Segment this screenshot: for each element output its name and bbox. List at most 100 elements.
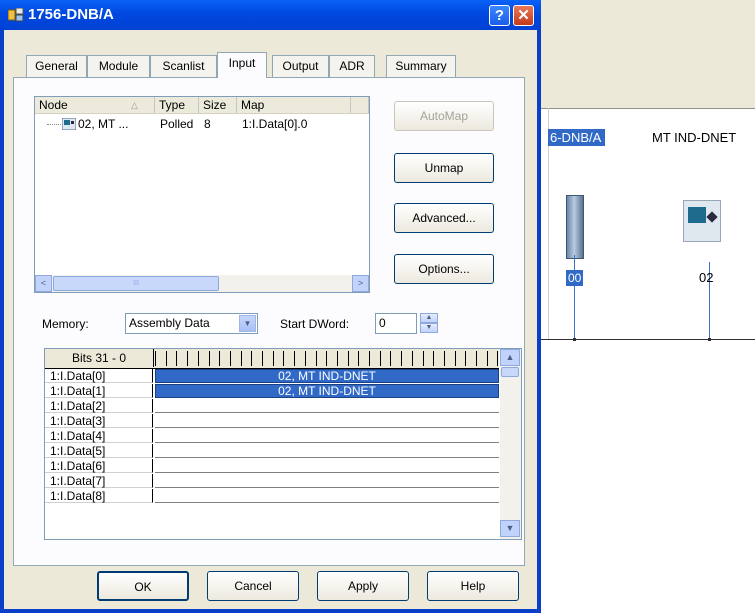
bit-column-tick xyxy=(326,351,328,366)
map-cell: 1:I.Data[0].0 xyxy=(242,117,308,131)
help-button[interactable]: Help xyxy=(427,571,519,601)
title-bar[interactable]: 1756-DNB/A ? ✕ xyxy=(0,0,541,30)
scroll-down-icon[interactable]: ▼ xyxy=(500,520,520,537)
empty-map-cell[interactable] xyxy=(155,474,499,488)
bit-column-tick xyxy=(433,351,435,366)
column-header-filler xyxy=(351,97,369,114)
chevron-down-icon[interactable]: ▼ xyxy=(239,315,256,332)
tab-scanlist[interactable]: Scanlist xyxy=(150,55,217,77)
table-row[interactable]: 1:I.Data[7] xyxy=(45,474,499,488)
register-label: 1:I.Data[2] xyxy=(45,399,153,413)
column-header-type[interactable]: Type xyxy=(155,97,199,114)
advanced-button[interactable]: Advanced... xyxy=(394,203,494,233)
bit-column-tick xyxy=(304,351,306,366)
bit-column-tick xyxy=(315,351,317,366)
spin-up-icon[interactable]: ▲ xyxy=(420,313,438,323)
dialog-title: 1756-DNB/A xyxy=(28,6,114,23)
tab-input[interactable]: Input xyxy=(217,52,267,78)
bit-columns-header xyxy=(155,349,499,367)
column-header-node[interactable]: Node △ xyxy=(35,97,155,114)
bit-column-tick xyxy=(347,351,349,366)
table-row[interactable]: 1:I.Data[1] 02, MT IND-DNET xyxy=(45,384,499,398)
bit-column-tick xyxy=(197,351,199,366)
tab-summary[interactable]: Summary xyxy=(386,55,456,77)
list-item[interactable]: 02, MT ... Polled 8 1:I.Data[0].0 xyxy=(47,117,367,132)
bit-grid-header: Bits 31 - 0 xyxy=(45,349,499,369)
bit-column-tick xyxy=(465,351,467,366)
module-app-icon xyxy=(8,8,24,22)
bit-column-tick xyxy=(336,351,338,366)
tab-general[interactable]: General xyxy=(26,55,87,77)
register-label: 1:I.Data[4] xyxy=(45,429,153,443)
memory-dropdown[interactable]: Assembly Data ▼ xyxy=(125,313,258,334)
bus-node-dot xyxy=(708,338,711,341)
bit-column-tick xyxy=(219,351,221,366)
device-label[interactable]: MT IND-DNET xyxy=(652,129,736,146)
start-dword-input[interactable]: 0 xyxy=(375,313,417,334)
scroll-right-icon[interactable]: > xyxy=(352,275,369,292)
bit-column-tick xyxy=(262,351,263,366)
empty-map-cell[interactable] xyxy=(155,459,499,473)
register-label: 1:I.Data[0] xyxy=(45,369,153,383)
scroll-up-icon[interactable]: ▲ xyxy=(500,349,520,366)
help-title-button[interactable]: ? xyxy=(489,5,510,26)
table-row[interactable]: 1:I.Data[4] xyxy=(45,429,499,443)
tab-module[interactable]: Module xyxy=(87,55,150,77)
bit-column-tick xyxy=(240,351,242,366)
table-row[interactable]: 1:I.Data[3] xyxy=(45,414,499,428)
bit-column-tick xyxy=(251,351,253,366)
ok-button[interactable]: OK xyxy=(97,571,189,601)
scanner-module-icon[interactable] xyxy=(566,195,584,259)
table-row[interactable]: 1:I.Data[5] xyxy=(45,444,499,458)
bit-column-tick xyxy=(411,351,413,366)
table-row[interactable]: 1:I.Data[0] 02, MT IND-DNET xyxy=(45,369,499,383)
empty-map-cell[interactable] xyxy=(155,399,499,413)
tab-adr[interactable]: ADR xyxy=(329,55,375,77)
mapped-cell[interactable]: 02, MT IND-DNET xyxy=(155,369,499,383)
column-header-map[interactable]: Map xyxy=(237,97,351,114)
bit-map-grid[interactable]: Bits 31 - 0 1:I.Data[0] 02, MT IND-DNET … xyxy=(44,348,522,540)
bus-node-dot xyxy=(573,338,576,341)
unmap-button[interactable]: Unmap xyxy=(394,153,494,183)
start-dword-stepper[interactable]: ▲ ▼ xyxy=(420,313,438,334)
horizontal-scrollbar[interactable]: < III > xyxy=(35,275,369,292)
empty-map-cell[interactable] xyxy=(155,429,499,443)
selected-module-label[interactable]: 6-DNB/A xyxy=(548,129,606,146)
empty-map-cell[interactable] xyxy=(155,489,499,503)
node-list-view[interactable]: Node △ Type Size Map 02, MT ... Polled 8… xyxy=(34,96,370,293)
automap-button[interactable]: AutoMap xyxy=(394,101,494,131)
table-row[interactable]: 1:I.Data[6] xyxy=(45,459,499,473)
empty-map-cell[interactable] xyxy=(155,444,499,458)
scrollbar-thumb[interactable] xyxy=(501,367,519,377)
table-row[interactable]: 1:I.Data[2] xyxy=(45,399,499,413)
register-label: 1:I.Data[1] xyxy=(45,384,153,398)
bit-column-tick xyxy=(476,351,477,366)
tab-output[interactable]: Output xyxy=(272,55,329,77)
empty-map-cell[interactable] xyxy=(155,414,499,428)
scale-terminal-icon[interactable] xyxy=(683,200,721,242)
options-button[interactable]: Options... xyxy=(394,254,494,284)
bit-column-tick xyxy=(155,351,156,366)
bit-column-tick xyxy=(283,351,285,366)
scroll-left-icon[interactable]: < xyxy=(35,275,52,292)
register-label: 1:I.Data[3] xyxy=(45,414,153,428)
bit-column-tick xyxy=(358,351,360,366)
bit-column-tick xyxy=(176,351,178,366)
scrollbar-thumb[interactable]: III xyxy=(53,276,219,291)
node-address-00[interactable]: 00 xyxy=(566,270,584,286)
apply-button[interactable]: Apply xyxy=(317,571,409,601)
spin-down-icon[interactable]: ▼ xyxy=(420,323,438,333)
node-address-02[interactable]: 02 xyxy=(699,270,713,285)
dialog-client-area: General Module Scanlist Input Output ADR… xyxy=(4,30,537,609)
bit-column-tick xyxy=(208,351,210,366)
memory-label: Memory: xyxy=(42,317,89,331)
start-dword-label: Start DWord: xyxy=(280,317,350,331)
close-icon[interactable]: ✕ xyxy=(513,5,534,26)
mapped-cell[interactable]: 02, MT IND-DNET xyxy=(155,384,499,398)
cancel-button[interactable]: Cancel xyxy=(207,571,299,601)
node-cell: 02, MT ... xyxy=(78,117,129,131)
vertical-scrollbar[interactable]: ▲ ▼ xyxy=(500,349,521,539)
column-header-size[interactable]: Size xyxy=(199,97,237,114)
bit-column-tick xyxy=(497,351,499,366)
table-row[interactable]: 1:I.Data[8] xyxy=(45,489,499,503)
